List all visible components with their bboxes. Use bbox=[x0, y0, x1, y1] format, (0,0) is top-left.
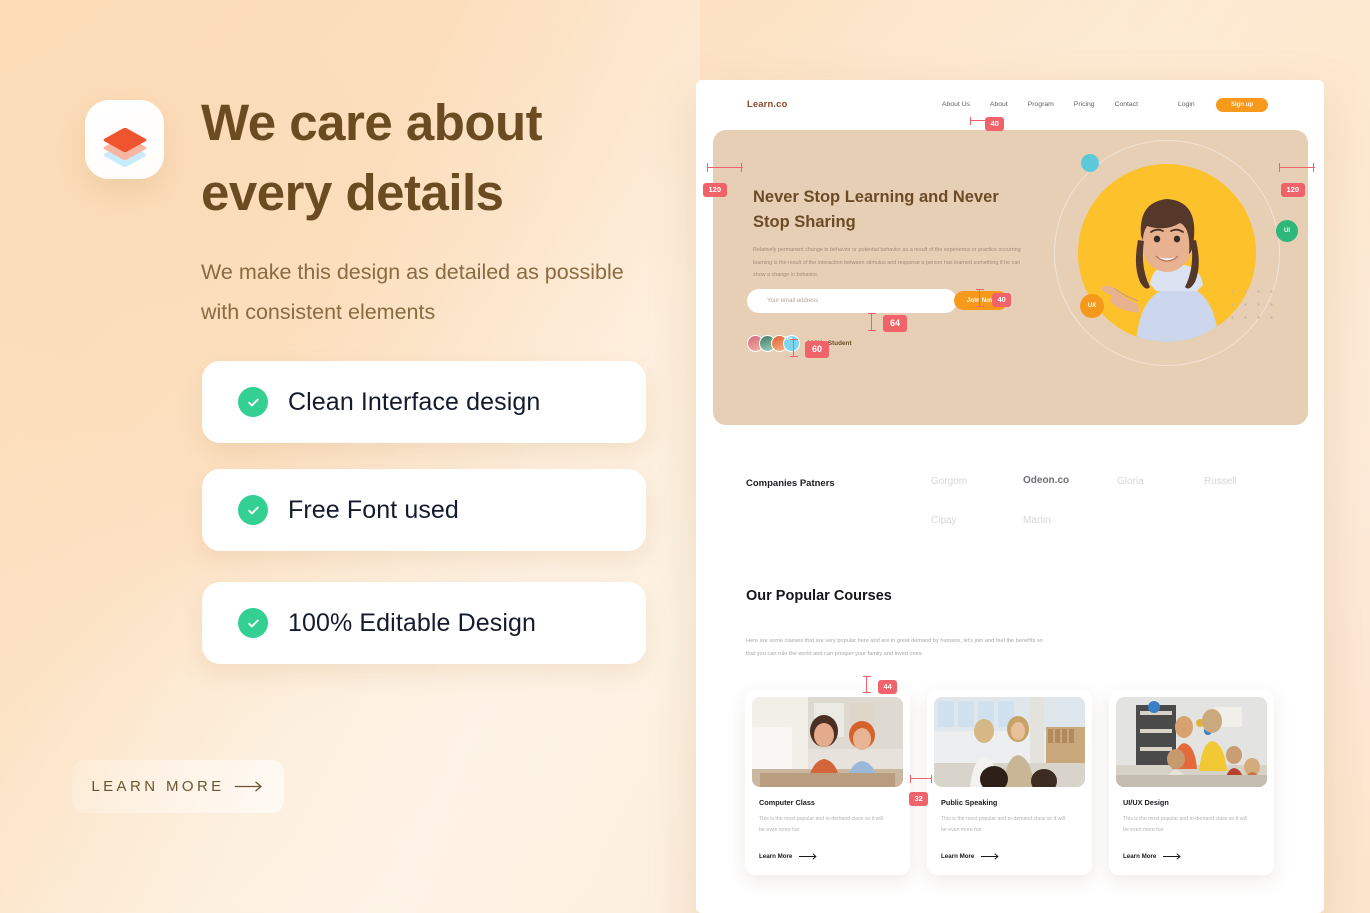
measurement-chip: 120 bbox=[1281, 182, 1305, 197]
email-signup-form: Your email address Join Now bbox=[747, 289, 1008, 313]
courses-section-body: Here are some classes that are very popu… bbox=[746, 638, 1043, 657]
measurement-chip: 44 bbox=[878, 679, 898, 694]
login-link[interactable]: Login bbox=[1178, 101, 1195, 108]
left-promo-panel: We care about every details We make this… bbox=[0, 0, 700, 913]
email-input[interactable]: Your email address bbox=[767, 298, 818, 304]
measurement-hero-right: 120 bbox=[1279, 163, 1315, 197]
measurement-chip: 64 bbox=[883, 315, 908, 332]
arrow-right-icon bbox=[1163, 853, 1181, 860]
arrow-right-icon bbox=[799, 853, 817, 860]
arrow-right-icon bbox=[981, 853, 999, 860]
hero-body-text: Relatively permanent change in behavior … bbox=[753, 247, 1021, 278]
partners-title: Companies Patners bbox=[746, 478, 835, 489]
feature-card-clean-interface: Clean Interface design bbox=[202, 361, 646, 443]
partner-gorgom: Gorgom bbox=[931, 476, 968, 487]
measurement-card-top: 44 bbox=[862, 676, 898, 694]
partner-cipay: Cipay bbox=[931, 515, 957, 526]
course-description: This is the most popular and in-demand c… bbox=[1123, 816, 1247, 833]
learn-more-button[interactable]: LEARN MORE bbox=[72, 760, 284, 813]
page-title: We care about every details bbox=[201, 94, 543, 221]
measurement-chip: 120 bbox=[703, 182, 727, 197]
measurement-form-height: 64 bbox=[867, 313, 908, 332]
course-thumbnail bbox=[934, 697, 1085, 787]
badge-teal bbox=[1081, 154, 1099, 172]
check-circle-icon bbox=[238, 387, 268, 417]
course-learn-more[interactable]: Learn More bbox=[941, 853, 1001, 860]
avatar-more-count: 10+ bbox=[783, 335, 800, 352]
partner-gloria: Gloria bbox=[1117, 476, 1144, 487]
course-title: Computer Class bbox=[759, 798, 815, 807]
hero-title: Never Stop Learning and Never Stop Shari… bbox=[753, 188, 999, 231]
website-mockup: Learn.co About Us About Program Pricing … bbox=[696, 80, 1324, 913]
students-proof: 10+ 120K+ Student bbox=[747, 335, 852, 352]
measurement-students-top: 60 bbox=[789, 339, 830, 358]
measurement-chip: 60 bbox=[805, 341, 830, 358]
badge-ux: UX bbox=[1080, 294, 1104, 318]
course-description: This is the most popular and in-demand c… bbox=[759, 816, 883, 833]
courses-section-title: Our Popular Courses bbox=[746, 588, 892, 604]
course-description: This is the most popular and in-demand c… bbox=[941, 816, 1065, 833]
nav-link-about-us[interactable]: About Us bbox=[942, 101, 970, 108]
measurement-card-gap: 32 bbox=[909, 774, 932, 806]
partner-russell: Russell bbox=[1204, 476, 1237, 487]
nav-link-about[interactable]: About bbox=[990, 101, 1008, 108]
course-learn-more-label: Learn More bbox=[1123, 853, 1157, 860]
course-title: Public Speaking bbox=[941, 798, 998, 807]
measurement-hero-left: 120 bbox=[703, 163, 743, 197]
course-learn-more-label: Learn More bbox=[941, 853, 975, 860]
mockup-nav-links: About Us About Program Pricing Contact bbox=[942, 101, 1138, 108]
mockup-brand-logo[interactable]: Learn.co bbox=[747, 99, 787, 110]
feature-label: Clean Interface design bbox=[288, 387, 541, 416]
page-subtitle: We make this design as detailed as possi… bbox=[201, 260, 624, 324]
partner-odeon: Odeon.co bbox=[1023, 475, 1070, 486]
signup-button[interactable]: Sign up bbox=[1216, 97, 1268, 112]
course-thumbnail bbox=[1116, 697, 1267, 787]
course-thumbnail bbox=[752, 697, 903, 787]
nav-link-pricing[interactable]: Pricing bbox=[1074, 101, 1095, 108]
measurement-chip: 40 bbox=[985, 116, 1005, 131]
feature-label: 100% Editable Design bbox=[288, 608, 536, 637]
partner-martin: Martin bbox=[1023, 515, 1051, 526]
mockup-navbar: Learn.co About Us About Program Pricing … bbox=[696, 80, 1324, 129]
check-circle-icon bbox=[238, 495, 268, 525]
badge-ui: UI bbox=[1276, 220, 1298, 242]
course-learn-more-label: Learn More bbox=[759, 853, 793, 860]
measurement-chip: 40 bbox=[992, 292, 1012, 307]
nav-link-contact[interactable]: Contact bbox=[1115, 101, 1138, 108]
measurement-form-top: 40 bbox=[975, 289, 1012, 307]
course-learn-more[interactable]: Learn More bbox=[1123, 853, 1183, 860]
arrow-right-icon bbox=[234, 781, 265, 792]
feature-card-editable-design: 100% Editable Design bbox=[202, 582, 646, 664]
learn-more-label: LEARN MORE bbox=[91, 778, 225, 795]
course-learn-more[interactable]: Learn More bbox=[759, 853, 819, 860]
hero-section: UI UX Never Stop Learning and Never Stop… bbox=[713, 130, 1308, 425]
feature-card-free-font: Free Font used bbox=[202, 469, 646, 551]
measurement-nav-gap: 40 bbox=[970, 113, 1005, 131]
app-logo-badge bbox=[85, 100, 164, 179]
check-circle-icon bbox=[238, 608, 268, 638]
course-card-public-speaking[interactable]: Public Speaking This is the most popular… bbox=[927, 690, 1092, 875]
feature-label: Free Font used bbox=[288, 495, 459, 524]
nav-link-program[interactable]: Program bbox=[1028, 101, 1054, 108]
hero-dot-pattern bbox=[1226, 285, 1278, 323]
layers-stack-icon bbox=[101, 123, 148, 168]
course-card-computer-class[interactable]: Computer Class This is the most popular … bbox=[745, 690, 910, 875]
measurement-chip: 32 bbox=[909, 791, 929, 806]
course-title: UI/UX Design bbox=[1123, 798, 1169, 807]
course-card-ui-ux-design[interactable]: UI/UX Design This is the most popular an… bbox=[1109, 690, 1274, 875]
